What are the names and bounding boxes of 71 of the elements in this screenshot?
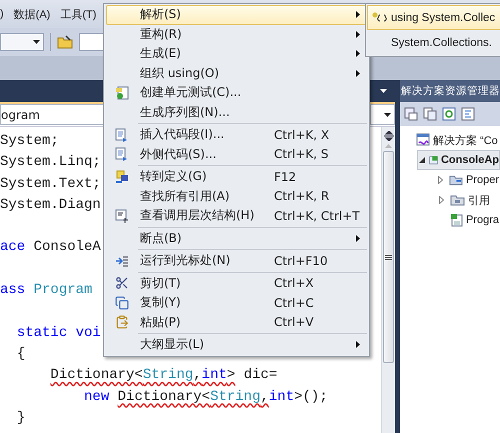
menu-item[interactable]: 外侧代码(S)... Ctrl+K, S [106, 144, 367, 164]
menu-item[interactable]: 生成序列图(N)... [106, 102, 367, 122]
caret-icon [384, 112, 391, 116]
menu-item[interactable]: 大纲显示(L) [106, 335, 367, 354]
paste-icon [115, 315, 129, 330]
tree-item[interactable]: Progra [434, 210, 500, 230]
caret-icon [33, 40, 40, 44]
go-to-definition-icon [115, 170, 129, 184]
submenu-arrow-icon [356, 30, 360, 38]
submenu-arrow-icon [356, 70, 360, 77]
document-icon [115, 147, 129, 162]
tree-item[interactable]: ConsoleAp [417, 150, 500, 170]
submenu-item[interactable]: using System.Collec [367, 5, 500, 30]
menu-item[interactable]: 运行到光标处(N) Ctrl+F10 [106, 251, 367, 270]
menu-item[interactable]: 重构(R) [106, 24, 367, 44]
menu-item[interactable]: 工具(T) [55, 6, 102, 22]
menu-item[interactable]: 组织 using(O) [106, 64, 367, 83]
run-to-cursor-icon [115, 254, 129, 267]
menu-item[interactable]: 插入代码段(I)... Ctrl+K, X [106, 125, 367, 144]
menu-item[interactable]: 断点(B) [106, 228, 367, 248]
namespace-icon [372, 12, 388, 24]
code-line: } [16, 408, 26, 428]
menu-item[interactable]: 转到定义(G) F12 [106, 167, 367, 186]
menu-item[interactable]: 创建单元测试(C)... [106, 83, 367, 102]
scrollbar-thumb[interactable] [383, 151, 394, 363]
code-line: System.Diagn [0, 196, 101, 215]
submenu-item[interactable]: System.Collections. [367, 30, 500, 55]
submenu-arrow-icon [356, 11, 360, 18]
menu-item[interactable]: 查看调用层次结构(H) Ctrl+K, Ctrl+T [106, 206, 367, 226]
hierarchy-icon [115, 208, 129, 223]
properties-icon[interactable] [404, 107, 418, 121]
code-line: System.Linq; [0, 153, 101, 172]
expanded-triangle-icon[interactable] [418, 157, 425, 163]
tree-item[interactable]: 解决方案 “Co [400, 130, 500, 150]
code-line: Dictionary<String,int> dic= [49, 366, 278, 386]
menu-item[interactable]: 查找所有引用(A) Ctrl+K, R [106, 186, 367, 206]
solution-icon [416, 133, 430, 147]
submenu-arrow-icon [356, 234, 360, 242]
code-line: static voi [16, 324, 101, 343]
tree-item[interactable]: 引用 [434, 190, 500, 210]
document-icon [115, 128, 129, 142]
folder-icon[interactable] [57, 35, 73, 49]
collapsed-triangle-icon[interactable] [438, 196, 444, 204]
splitter-icon[interactable] [384, 131, 394, 141]
dropdown-caret-icon [380, 89, 387, 93]
submenu-arrow-icon [356, 341, 360, 348]
menu-item[interactable]: 生成(E) [106, 44, 367, 64]
member-dropdown[interactable] [370, 104, 395, 125]
show-files-icon[interactable] [423, 107, 437, 121]
copy-icon [115, 296, 129, 310]
code-file-icon [450, 213, 463, 227]
menu-item[interactable]: 复制(Y) Ctrl+C [106, 293, 367, 312]
tree-item[interactable]: Proper [434, 170, 500, 190]
panel-title: 解决方案资源管理器 [400, 80, 500, 102]
menu-item[interactable]: 数据(A) [8, 6, 56, 22]
menu-item[interactable]: ) [0, 8, 9, 20]
collapsed-triangle-icon[interactable] [438, 176, 444, 184]
menu-item[interactable]: 剪切(T) Ctrl+X [106, 274, 367, 293]
submenu-arrow-icon [356, 50, 360, 58]
project-icon [428, 153, 438, 167]
code-line: new Dictionary<String,int>(); [83, 388, 328, 407]
scissors-icon [115, 276, 129, 290]
code-line: System; [0, 132, 59, 151]
folder-icon [450, 194, 465, 206]
code-line: ass Program [0, 281, 92, 300]
code-line: { [16, 344, 26, 364]
code-line: ace ConsoleA [0, 238, 101, 258]
folder-icon [449, 174, 463, 186]
menu-item[interactable]: 解析(S) [106, 5, 367, 24]
code-line: System.Text; [0, 174, 101, 194]
menu-item[interactable]: 粘贴(P) Ctrl+V [106, 312, 367, 332]
